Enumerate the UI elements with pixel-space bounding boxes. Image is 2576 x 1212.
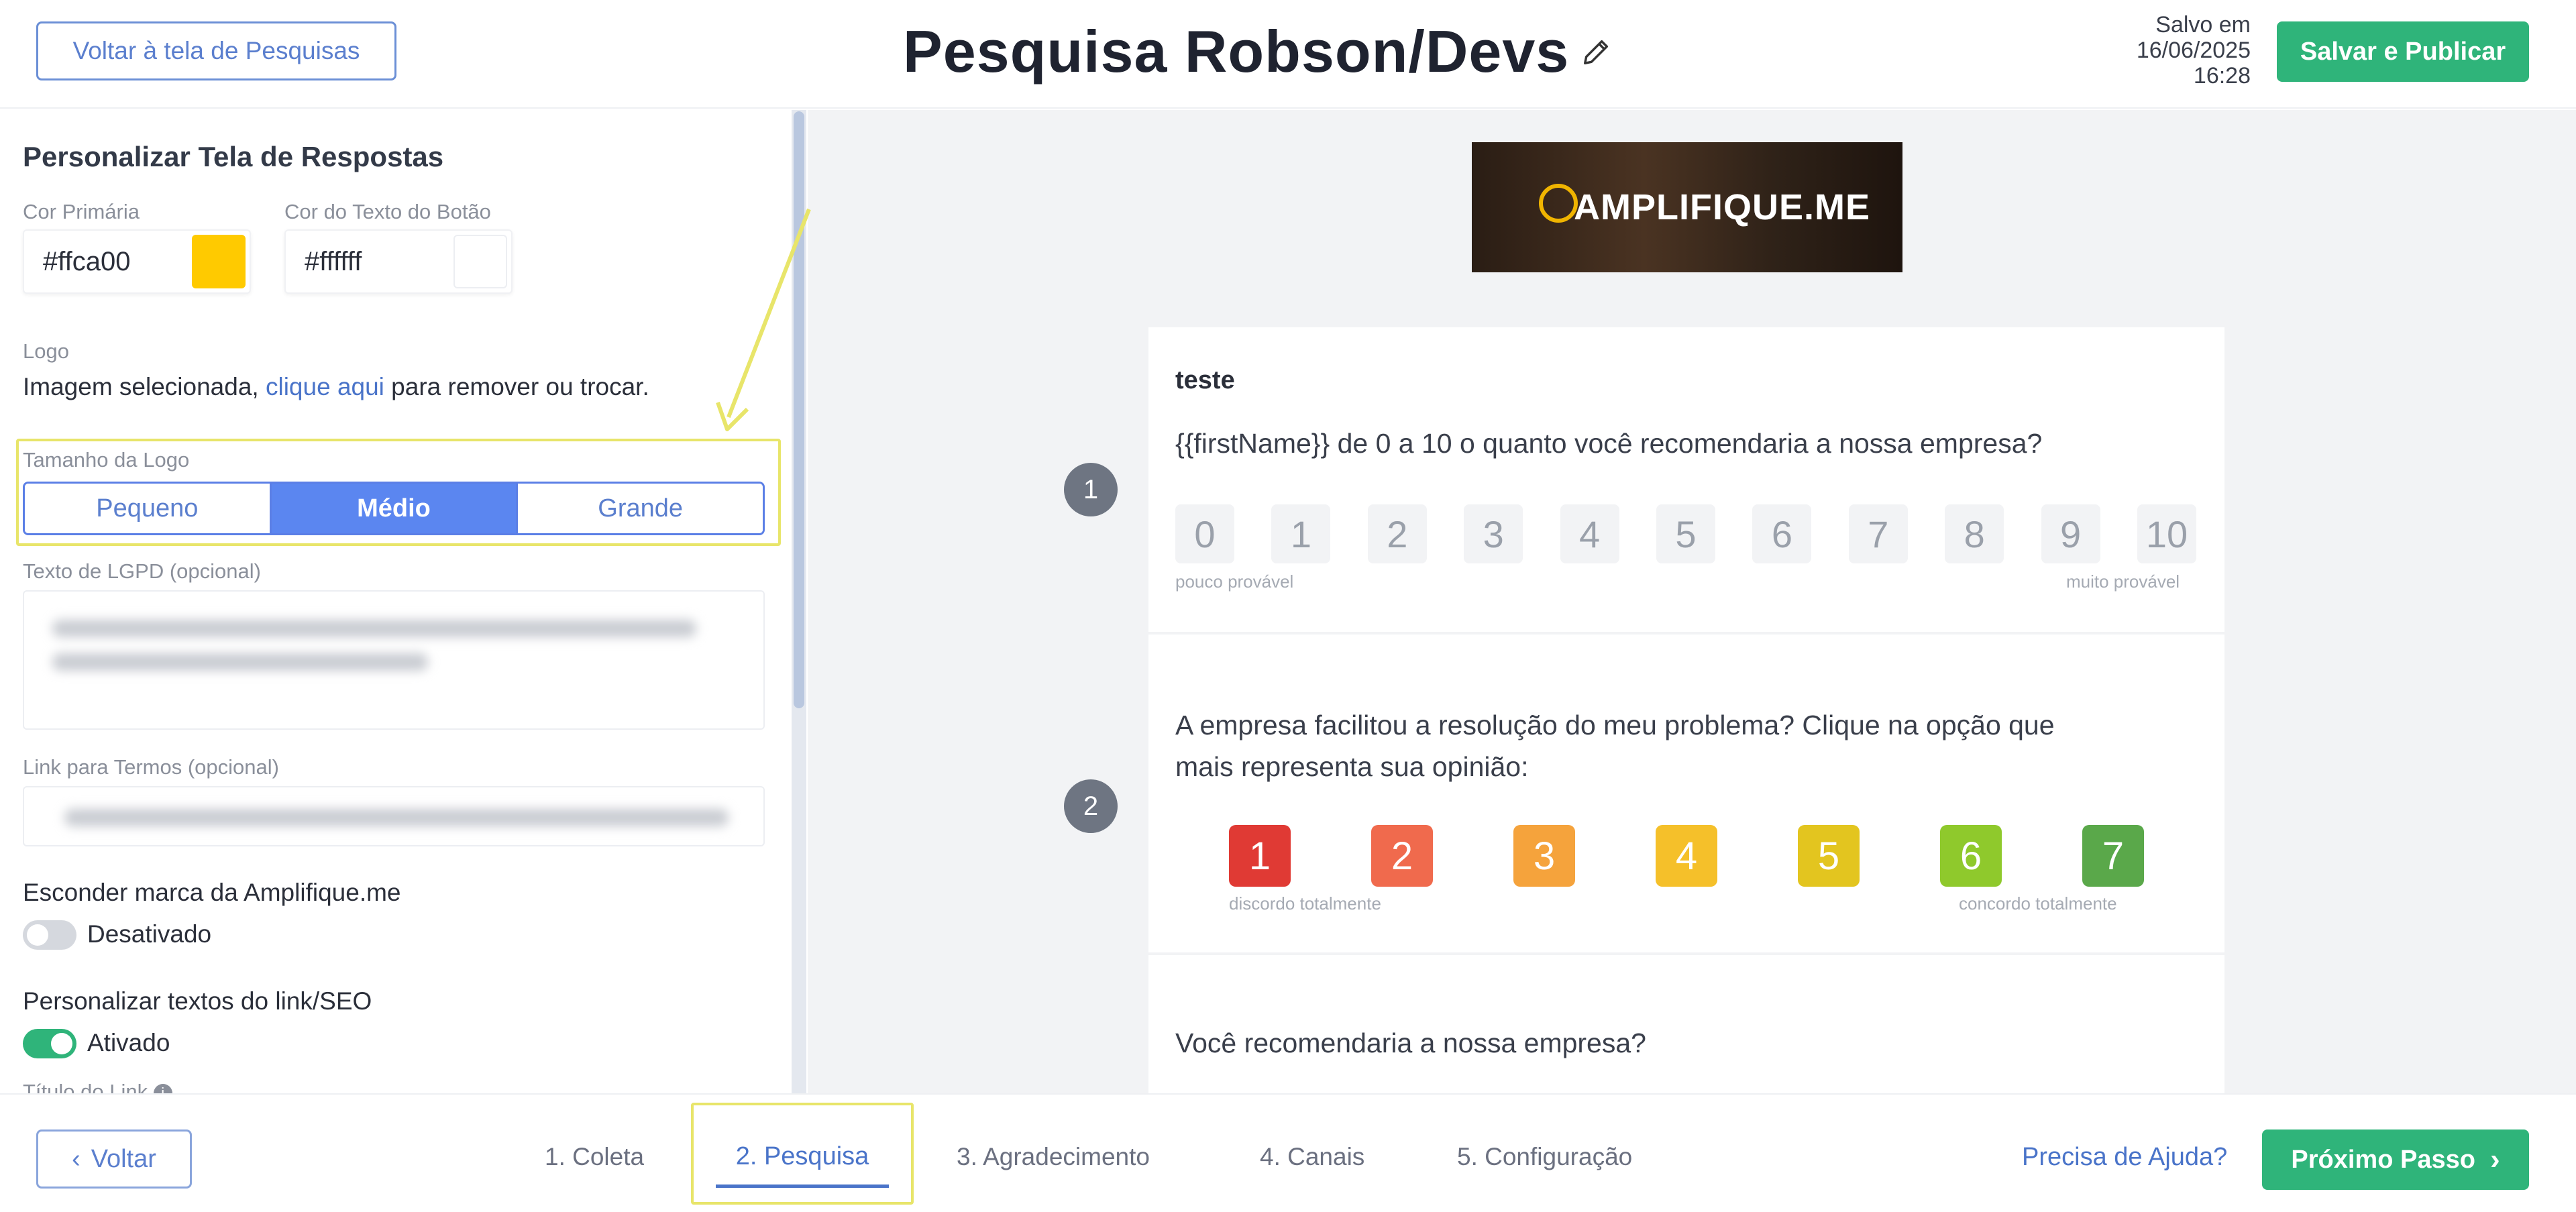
- step-thanks[interactable]: 3. Agradecimento: [957, 1143, 1150, 1171]
- question-3-text: Você recomendaria a nossa empresa?: [1175, 1028, 1646, 1058]
- logo-size-small[interactable]: Pequeno: [25, 484, 272, 533]
- question-1-title: teste: [1175, 366, 1235, 394]
- nps-option[interactable]: 6: [1752, 504, 1812, 563]
- seo-toggle[interactable]: [23, 1029, 76, 1058]
- terms-link-input[interactable]: [23, 786, 765, 846]
- link-title-text: Título do Link: [23, 1080, 148, 1093]
- title-group: Pesquisa Robson/Devs: [903, 15, 1612, 89]
- question-1-text: {{firstName}} de 0 a 10 o quanto você re…: [1175, 428, 2043, 459]
- change-logo-link[interactable]: clique aqui: [266, 373, 384, 400]
- step-channels[interactable]: 4. Canais: [1260, 1143, 1364, 1171]
- blurred-text: [64, 809, 729, 826]
- toggle-knob: [27, 924, 48, 946]
- saved-time: 16:28: [2193, 63, 2251, 89]
- seo-label: Personalizar textos do link/SEO: [23, 987, 372, 1015]
- logo-info-text: Imagem selecionada,: [23, 373, 266, 400]
- chevron-left-icon: ‹: [72, 1144, 80, 1173]
- nps-option[interactable]: 4: [1560, 504, 1619, 563]
- back-to-surveys-button[interactable]: Voltar à tela de Pesquisas: [36, 21, 396, 80]
- primary-color-label: Cor Primária: [23, 200, 140, 223]
- amplifique-logo-icon: [1539, 184, 1578, 223]
- logo-size-large[interactable]: Grande: [518, 484, 763, 533]
- hide-brand-toggle[interactable]: [23, 920, 76, 950]
- edit-pencil-icon[interactable]: [1581, 36, 1612, 67]
- logo-label: Logo: [23, 339, 69, 363]
- lgpd-label: Texto de LGPD (opcional): [23, 559, 261, 583]
- panel-scroll-thumb[interactable]: [794, 111, 804, 708]
- scale-option[interactable]: 4: [1656, 825, 1717, 887]
- question-2-text: A empresa facilitou a resolução do meu p…: [1175, 704, 2055, 787]
- logo-info-text-end: para remover ou trocar.: [384, 373, 649, 400]
- logo-preview: AMPLIFIQUE.ME: [1472, 142, 1902, 272]
- nps-option[interactable]: 9: [2041, 504, 2100, 563]
- button-text-color-value: #ffffff: [305, 246, 362, 276]
- step-survey[interactable]: 2. Pesquisa: [715, 1142, 890, 1188]
- question-1-number: 1: [1064, 463, 1118, 516]
- nps-option[interactable]: 10: [2137, 504, 2196, 563]
- link-title-label: Título do Link i: [23, 1080, 172, 1093]
- nps-option[interactable]: 0: [1175, 504, 1234, 563]
- saved-date: 16/06/2025: [2136, 38, 2251, 63]
- back-button-label: Voltar: [91, 1144, 156, 1173]
- scale-option[interactable]: 7: [2082, 825, 2144, 887]
- hide-brand-state: Desativado: [87, 920, 212, 948]
- logo-text: AMPLIFIQUE.ME: [1574, 187, 1870, 227]
- nps-option[interactable]: 1: [1271, 504, 1331, 563]
- button-text-color-label: Cor do Texto do Botão: [284, 200, 491, 223]
- nps-low-label: pouco provável: [1175, 571, 1294, 592]
- help-link[interactable]: Precisa de Ajuda?: [2022, 1143, 2227, 1172]
- hide-brand-label: Esconder marca da Amplifique.me: [23, 879, 401, 906]
- nps-option[interactable]: 7: [1848, 504, 1908, 563]
- back-button[interactable]: ‹ Voltar: [36, 1130, 192, 1189]
- primary-color-value: #ffca00: [43, 246, 131, 276]
- lgpd-textarea[interactable]: [23, 590, 765, 730]
- customization-panel: Personalizar Tela de Respostas Cor Primá…: [0, 110, 790, 1093]
- question-card-1: [1148, 327, 2224, 632]
- scale-option[interactable]: 6: [1940, 825, 2002, 887]
- logo-size-selector: Pequeno Médio Grande: [23, 482, 765, 535]
- panel-title: Personalizar Tela de Respostas: [23, 141, 444, 172]
- saved-status: Salvo em 16/06/2025 16:28: [2113, 12, 2251, 89]
- nps-option[interactable]: 2: [1367, 504, 1427, 563]
- nps-option[interactable]: 8: [1945, 504, 2004, 563]
- blurred-text: [52, 620, 696, 637]
- step-survey-highlight: 2. Pesquisa: [691, 1103, 914, 1205]
- question-2-line-1: A empresa facilitou a resolução do meu p…: [1175, 710, 2055, 740]
- terms-link-label: Link para Termos (opcional): [23, 755, 279, 779]
- scale-low-label: discordo totalmente: [1229, 893, 1381, 914]
- seo-state: Ativado: [87, 1029, 170, 1056]
- next-step-button[interactable]: Próximo Passo ›: [2262, 1130, 2529, 1190]
- primary-color-swatch[interactable]: [192, 235, 246, 288]
- step-settings[interactable]: 5. Configuração: [1457, 1143, 1632, 1171]
- saved-label: Salvo em: [2155, 12, 2251, 38]
- nps-high-label: muito provável: [2066, 571, 2180, 592]
- bottom-bar: ‹ Voltar 1. Coleta 2. Pesquisa 3. Agrade…: [0, 1093, 2576, 1212]
- survey-editor: Voltar à tela de Pesquisas Pesquisa Robs…: [0, 0, 2576, 1212]
- scale-option[interactable]: 5: [1798, 825, 1860, 887]
- scale-option[interactable]: 1: [1229, 825, 1291, 887]
- scale-option[interactable]: 2: [1371, 825, 1433, 887]
- scale-option[interactable]: 3: [1513, 825, 1575, 887]
- info-icon: i: [153, 1083, 172, 1093]
- question-2-number: 2: [1064, 779, 1118, 833]
- next-step-label: Próximo Passo: [2291, 1145, 2475, 1174]
- toggle-knob: [51, 1033, 72, 1054]
- logo-size-medium[interactable]: Médio: [271, 484, 519, 533]
- button-text-color-swatch[interactable]: [453, 235, 507, 288]
- blurred-text: [52, 653, 428, 671]
- nps-option[interactable]: 5: [1656, 504, 1715, 563]
- chevron-right-icon: ›: [2489, 1143, 2500, 1176]
- step-collection[interactable]: 1. Coleta: [545, 1143, 644, 1171]
- question-2-line-2: mais representa sua opinião:: [1175, 751, 1529, 782]
- logo-size-label: Tamanho da Logo: [23, 448, 190, 472]
- save-publish-button[interactable]: Salvar e Publicar: [2277, 21, 2529, 82]
- logo-info: Imagem selecionada, clique aqui para rem…: [23, 373, 649, 401]
- nps-option[interactable]: 3: [1464, 504, 1523, 563]
- top-bar: Voltar à tela de Pesquisas Pesquisa Robs…: [0, 0, 2576, 109]
- scale-high-label: concordo totalmente: [1959, 893, 2117, 914]
- page-title: Pesquisa Robson/Devs: [903, 18, 1570, 85]
